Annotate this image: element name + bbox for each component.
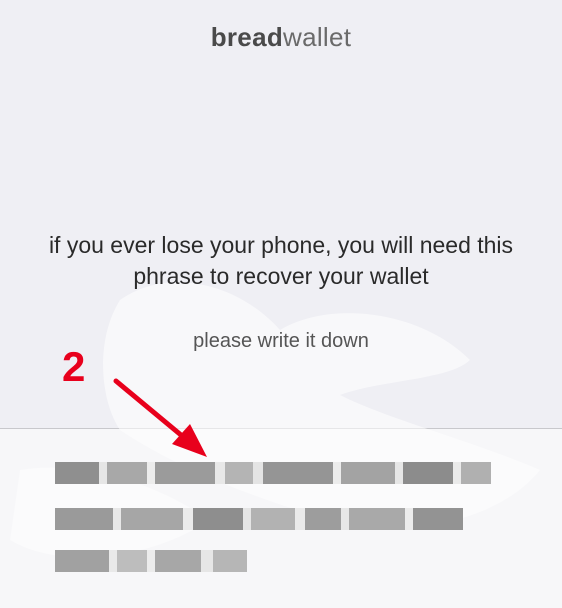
phrase-line-1 xyxy=(55,462,491,484)
phrase-line-2 xyxy=(55,508,463,530)
backup-phrase-screen: breadwallet if you ever lose your phone,… xyxy=(0,0,562,608)
phrase-line-3 xyxy=(55,550,247,572)
